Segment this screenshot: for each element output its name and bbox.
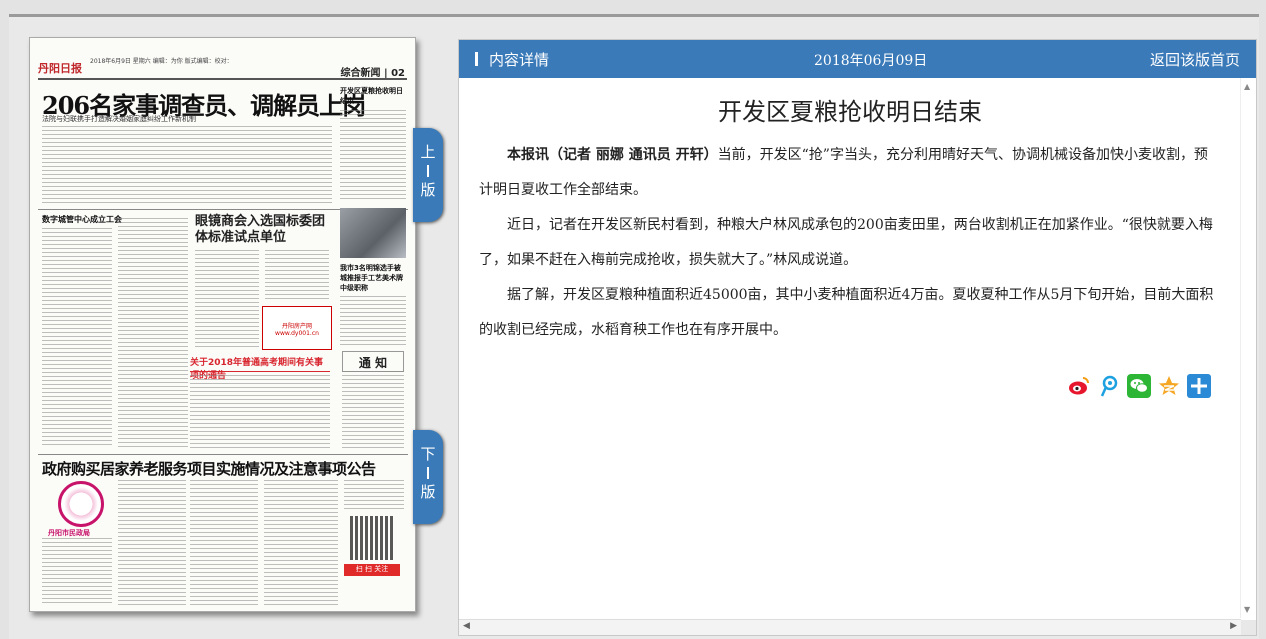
paper-text-block	[340, 110, 406, 202]
return-home-link[interactable]: 返回该版首页	[1150, 49, 1240, 70]
article-title: 开发区夏粮抢收明日结束	[718, 98, 982, 126]
article-header-bar: 内容详情 2018年06月09日 返回该版首页	[459, 40, 1256, 78]
scroll-up-arrow-icon[interactable]: ▲	[1244, 82, 1250, 91]
article-panel: 内容详情 2018年06月09日 返回该版首页 开发区夏粮抢收明日结束 本报讯（…	[458, 39, 1257, 636]
tab-divider	[427, 467, 429, 479]
paper-red-headline[interactable]: 关于2018年普通高考期间有关事项的通告	[190, 355, 330, 381]
paper-subheadline: 法院与妇联携手打造解决婚姻家庭纠纷工作新机制	[42, 115, 196, 123]
qzone-icon[interactable]	[1157, 374, 1181, 398]
paper-masthead: 丹阳日报	[38, 62, 82, 75]
wechat-icon[interactable]	[1127, 374, 1151, 398]
scrollbar-corner	[1241, 620, 1256, 635]
article-byline: 本报讯（记者 丽娜 通讯员 开轩）	[507, 147, 718, 163]
paper-text-block	[340, 296, 406, 346]
paper-text-block	[190, 480, 258, 606]
paper-photo	[340, 208, 406, 258]
paper-text-block	[190, 375, 330, 451]
section-title: 内容详情	[489, 51, 550, 69]
paper-text-block	[195, 250, 259, 350]
scroll-down-arrow-icon[interactable]: ▼	[1244, 605, 1250, 614]
paper-text-block	[118, 480, 186, 606]
prev-page-button[interactable]: 上 版	[413, 128, 443, 222]
paper-text-block	[42, 538, 112, 606]
paper-text-block	[344, 480, 404, 510]
paper-advertisement: 丹阳房产网 www.dy001.cn	[262, 306, 332, 350]
paper-masthead-info: 2018年6月9日 星期六 编辑：为你 版式编辑：校对：	[90, 58, 233, 65]
paper-text-block	[342, 371, 404, 451]
prev-page-label-1: 上	[420, 143, 436, 161]
more-share-icon[interactable]	[1187, 374, 1211, 398]
vertical-scrollbar[interactable]: ▲ ▼	[1240, 78, 1256, 618]
newspaper-page-thumbnail[interactable]: 丹阳日报 2018年6月9日 星期六 编辑：为你 版式编辑：校对： 综合新闻 |…	[29, 37, 416, 612]
horizontal-scrollbar[interactable]: ◀ ▶	[459, 619, 1241, 635]
paper-text-block	[265, 250, 329, 302]
tencent-weibo-icon[interactable]	[1097, 374, 1121, 398]
next-page-label-2: 版	[420, 483, 436, 501]
next-page-label-1: 下	[420, 445, 436, 463]
qr-code-icon	[350, 516, 394, 560]
paper-ad-text: 丹阳房产网 www.dy001.cn	[275, 323, 319, 337]
section-marker-icon	[475, 52, 478, 66]
weibo-icon[interactable]	[1067, 374, 1091, 398]
article-content: 开发区夏粮抢收明日结束 本报讯（记者 丽娜 通讯员 开轩）当前，开发区“抢”字当…	[459, 78, 1241, 618]
paper-logo-text: 丹阳市民政局	[48, 529, 90, 537]
next-page-button[interactable]: 下 版	[413, 430, 443, 524]
paper-text-block	[264, 480, 338, 606]
prev-page-label-2: 版	[420, 181, 436, 199]
paper-rule	[38, 78, 407, 80]
article-paragraph: 本报讯（记者 丽娜 通讯员 开轩）当前，开发区“抢”字当头，充分利用晴好天气、协…	[479, 138, 1219, 208]
issue-date: 2018年06月09日	[814, 53, 928, 69]
scroll-right-arrow-icon[interactable]: ▶	[1230, 621, 1237, 631]
tab-divider	[427, 165, 429, 177]
paper-bottom-headline[interactable]: 政府购买居家养老服务项目实施情况及注意事项公告	[42, 458, 376, 479]
paper-text-block	[118, 218, 188, 448]
paper-text-block	[42, 126, 332, 206]
paper-text-block	[42, 228, 112, 448]
paper-story-title[interactable]: 我市3名明锦选手被城推报手工艺美术牌中级职称	[340, 263, 406, 293]
paper-divider	[38, 454, 408, 455]
paper-notice-title[interactable]: 通 知	[342, 351, 404, 372]
paper-story-title[interactable]: 眼镜商会入选国标委团体标准试点单位	[195, 214, 335, 246]
article-paragraph: 近日，记者在开发区新民村看到，种粮大户林风成承包的200亩麦田里，两台收割机正在…	[479, 217, 1213, 268]
paper-qr-label: 扫 扫 关注	[344, 564, 400, 576]
paper-section-label: 综合新闻 | 02	[340, 68, 405, 79]
paper-side-headline[interactable]: 开发区夏粮抢收明日结束	[340, 86, 406, 106]
civil-affairs-logo-icon	[58, 481, 104, 527]
article-paragraph: 据了解，开发区夏粮种植面积近45000亩，其中小麦种植面积近4万亩。夏收夏种工作…	[479, 287, 1214, 338]
paper-story-title[interactable]: 数字城管中心成立工会	[42, 214, 122, 225]
scroll-left-arrow-icon[interactable]: ◀	[463, 621, 470, 631]
